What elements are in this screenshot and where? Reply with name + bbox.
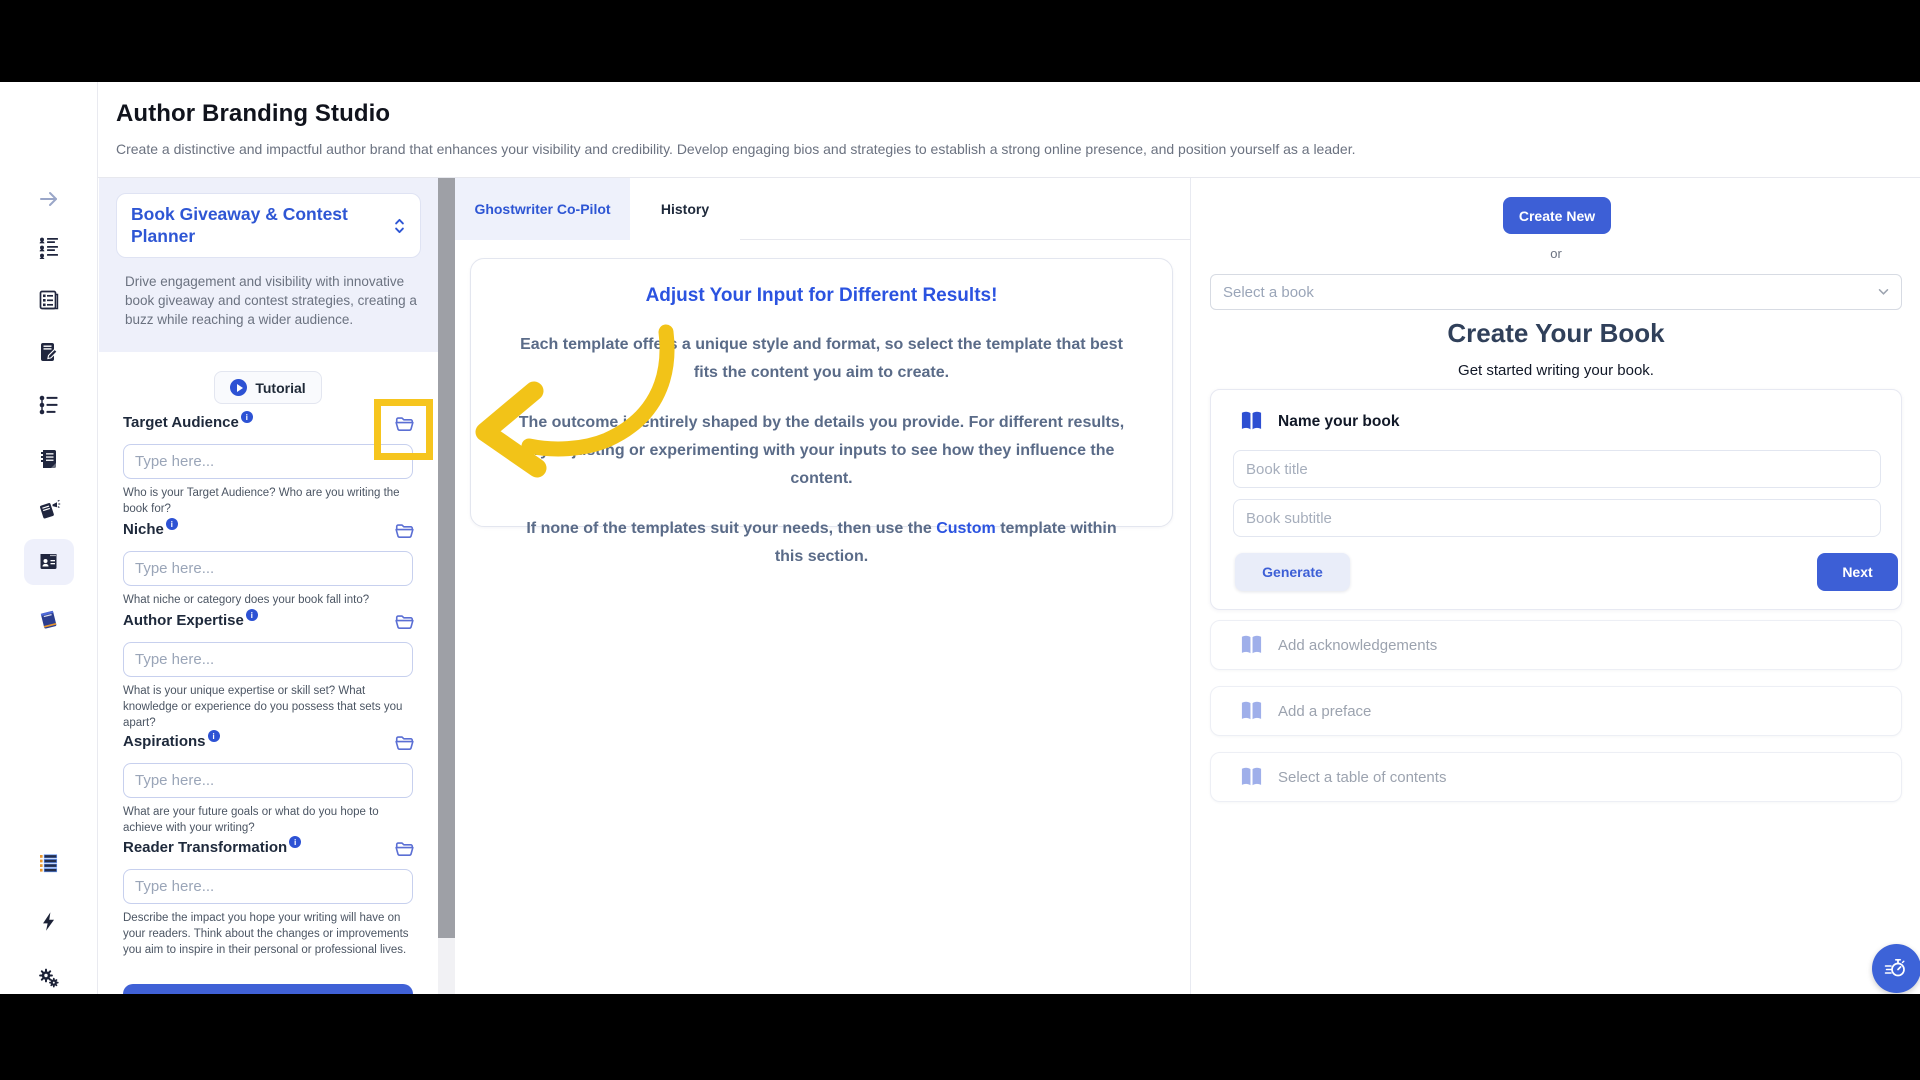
niche-input[interactable] xyxy=(123,551,413,586)
field-niche: Nichei What niche or category does your … xyxy=(123,521,415,608)
reader-transformation-input[interactable] xyxy=(123,869,413,904)
book-promotion-icon[interactable] xyxy=(27,488,71,532)
page-subtitle: Create a distinctive and impactful autho… xyxy=(116,141,1355,157)
copilot-tabbar: Ghostwriter Co-Pilot History xyxy=(455,178,1191,240)
field-aspirations: Aspirationsi What are your future goals … xyxy=(123,733,415,836)
milestone-list-icon[interactable] xyxy=(27,383,71,427)
tab-ghostwriter-co-pilot[interactable]: Ghostwriter Co-Pilot xyxy=(455,178,630,240)
copilot-panel: Ghostwriter Co-Pilot History Adjust Your… xyxy=(455,178,1191,994)
book-subtitle-input[interactable] xyxy=(1233,499,1881,537)
page-header: Author Branding Studio Create a distinct… xyxy=(98,82,1920,178)
field-help-text: What are your future goals or what do yo… xyxy=(123,804,415,836)
speed-timer-button[interactable] xyxy=(1872,944,1920,993)
folder-icon[interactable] xyxy=(394,613,415,631)
field-help-text: Who is your Target Audience? Who are you… xyxy=(123,485,415,517)
info-icon[interactable]: i xyxy=(166,518,178,530)
template-description: Drive engagement and visibility with inn… xyxy=(125,272,421,329)
aspirations-input[interactable] xyxy=(123,763,413,798)
info-icon[interactable]: i xyxy=(289,836,301,848)
open-book-icon xyxy=(1239,700,1264,723)
author-expertise-input[interactable] xyxy=(123,642,413,677)
open-book-icon xyxy=(1239,634,1264,657)
name-your-book-title: Name your book xyxy=(1278,413,1399,431)
page-title: Author Branding Studio xyxy=(116,100,390,128)
chevron-down-icon xyxy=(1878,288,1889,296)
target-audience-input[interactable] xyxy=(123,444,413,479)
folder-icon[interactable] xyxy=(394,840,415,858)
info-icon[interactable]: i xyxy=(241,411,253,423)
book-builder-panel: Create New or Select a book Create Your … xyxy=(1192,178,1920,994)
card-paragraph-3: If none of the templates suit your needs… xyxy=(511,515,1132,571)
scrollbar-thumb[interactable] xyxy=(438,178,455,938)
book-title-input[interactable] xyxy=(1233,450,1881,488)
name-your-book-card: Name your book Generate Next xyxy=(1210,389,1902,610)
select-table-of-contents-row[interactable]: Select a table of contents xyxy=(1210,752,1902,802)
or-label: or xyxy=(1192,246,1920,261)
adjust-input-card: Adjust Your Input for Different Results!… xyxy=(470,258,1173,527)
folder-icon[interactable] xyxy=(394,734,415,752)
author-profile-icon[interactable] xyxy=(27,540,71,584)
top-letterbox xyxy=(0,0,1920,82)
notebook-icon[interactable] xyxy=(27,437,71,481)
app-window: Author Branding Studio Create a distinct… xyxy=(0,0,1920,1080)
team-list-icon[interactable] xyxy=(27,225,71,269)
custom-template-link[interactable]: Custom xyxy=(936,520,996,537)
field-reader-transformation: Reader Transformationi Describe the impa… xyxy=(123,839,415,958)
info-icon[interactable]: i xyxy=(246,609,258,621)
template-selector-label: Book Giveaway & Contest Planner xyxy=(131,204,391,247)
quick-actions-icon[interactable] xyxy=(27,900,71,944)
create-new-button[interactable]: Create New xyxy=(1503,197,1611,234)
field-help-text: What is your unique expertise or skill s… xyxy=(123,683,415,731)
select-book-dropdown[interactable]: Select a book xyxy=(1210,274,1902,310)
field-help-text: What niche or category does your book fa… xyxy=(123,592,415,608)
tab-history[interactable]: History xyxy=(630,178,740,240)
card-paragraph-1: Each template offers a unique style and … xyxy=(511,331,1132,387)
planner-panel: Book Giveaway & Contest Planner Drive en… xyxy=(99,178,438,994)
field-help-text: Describe the impact you hope your writin… xyxy=(123,910,415,958)
stopwatch-icon xyxy=(1883,955,1910,982)
generate-button[interactable]: Generate xyxy=(1235,553,1350,591)
collapse-arrow-right-icon[interactable] xyxy=(27,177,71,221)
create-your-book-subheading: Get started writing your book. xyxy=(1192,362,1920,379)
folder-icon[interactable] xyxy=(394,522,415,540)
book-icon[interactable] xyxy=(27,598,71,642)
play-icon xyxy=(230,379,247,396)
chevron-up-down-icon xyxy=(391,216,408,236)
next-button[interactable]: Next xyxy=(1817,553,1898,591)
annotation-highlight-box xyxy=(374,399,433,460)
info-icon[interactable]: i xyxy=(208,730,220,742)
open-book-icon xyxy=(1239,766,1264,789)
card-paragraph-2: The outcome is entirely shaped by the de… xyxy=(511,409,1132,493)
book-edit-icon[interactable] xyxy=(27,330,71,374)
field-target-audience: Target Audiencei Who is your Target Audi… xyxy=(123,414,415,517)
create-your-book-heading: Create Your Book xyxy=(1192,318,1920,349)
template-selector[interactable]: Book Giveaway & Contest Planner xyxy=(116,193,421,258)
tutorial-button[interactable]: Tutorial xyxy=(214,371,322,404)
field-author-expertise: Author Expertisei What is your unique ex… xyxy=(123,612,415,731)
open-book-icon xyxy=(1239,410,1264,433)
add-acknowledgements-row[interactable]: Add acknowledgements xyxy=(1210,620,1902,670)
card-title: Adjust Your Input for Different Results! xyxy=(511,285,1132,307)
checklist-board-icon[interactable] xyxy=(27,278,71,322)
chapters-list-icon[interactable] xyxy=(27,841,71,885)
sidebar-nav xyxy=(0,82,98,994)
add-preface-row[interactable]: Add a preface xyxy=(1210,686,1902,736)
panel-scrollbar[interactable] xyxy=(438,178,455,994)
bottom-letterbox xyxy=(0,994,1920,1080)
